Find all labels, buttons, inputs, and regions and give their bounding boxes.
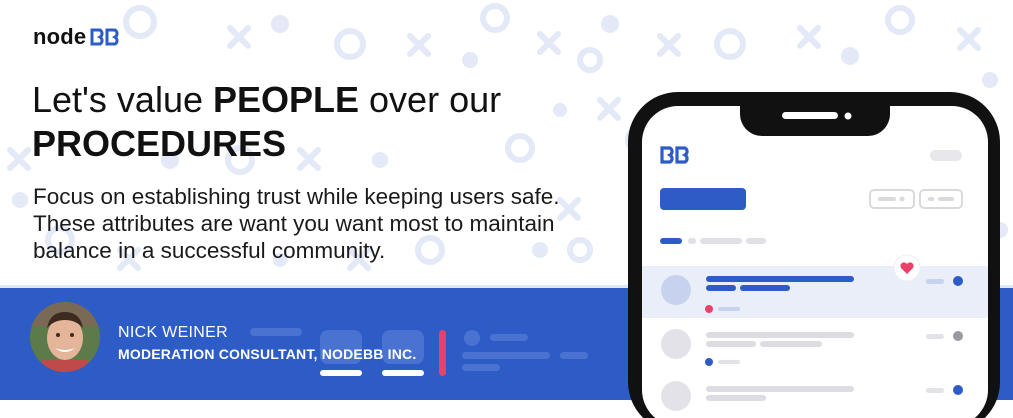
avatar-portrait-icon xyxy=(30,302,100,372)
speaker-name: NICK WEINER xyxy=(118,324,228,341)
phone-mockup xyxy=(628,92,1000,418)
headline-procedures: PROCEDURES xyxy=(32,123,287,164)
body-text: Focus on establishing trust while keepin… xyxy=(33,184,560,263)
headline-part3: over our xyxy=(359,79,502,120)
logo-wordmark: node xyxy=(33,24,87,49)
nodebb-mark-icon xyxy=(90,28,119,46)
headline-part1: Let's value xyxy=(32,79,213,120)
speaker-title: MODERATION CONSULTANT, NODEBB INC. xyxy=(118,346,417,362)
headline-people: PEOPLE xyxy=(212,79,360,120)
speaker-avatar xyxy=(30,302,100,372)
nodebb-logo[interactable]: node xyxy=(33,24,120,50)
headline: Let's value PEOPLE over our PROCEDURES xyxy=(32,78,602,166)
